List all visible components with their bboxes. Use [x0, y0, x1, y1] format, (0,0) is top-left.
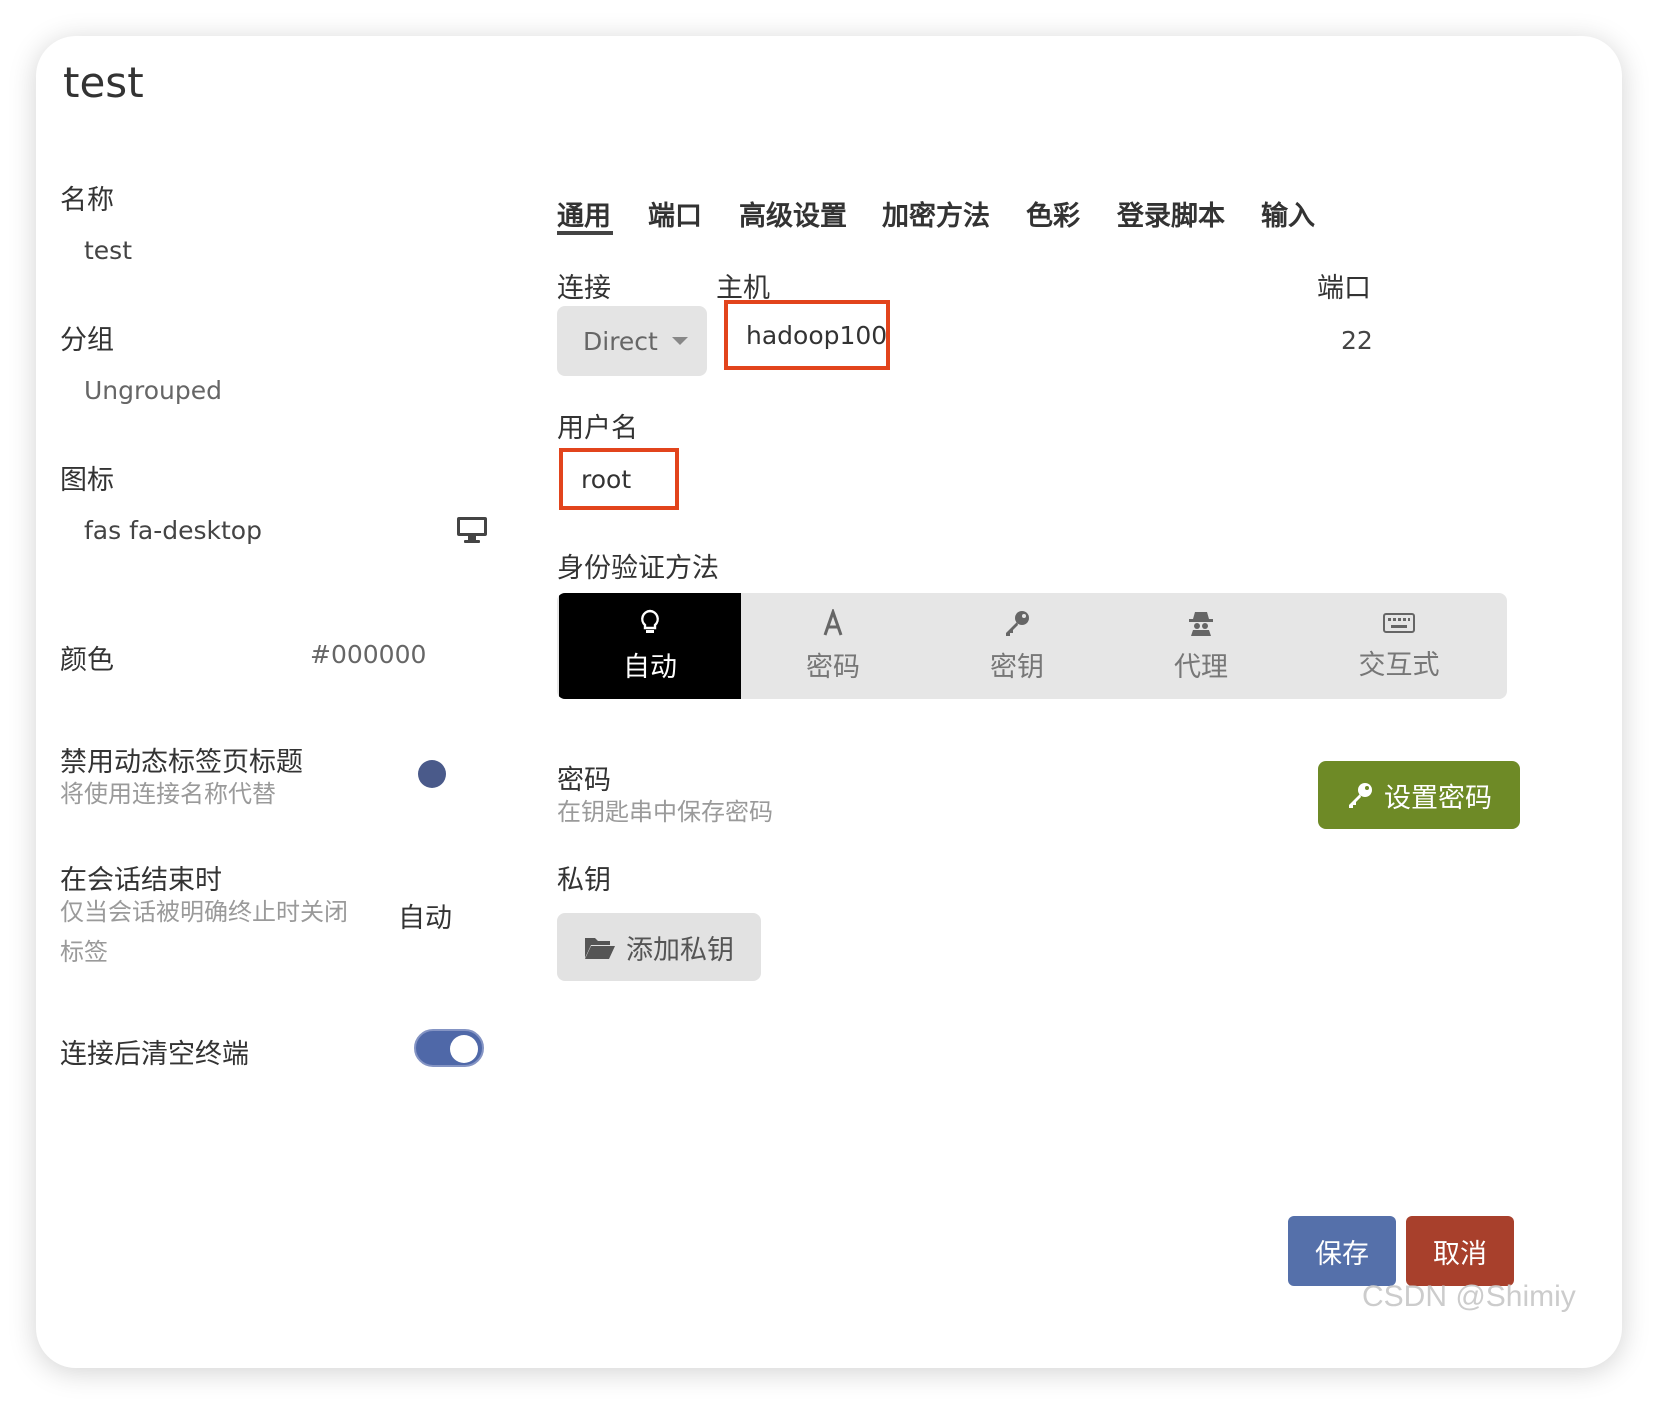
color-label: 颜色	[60, 645, 114, 676]
auth-option-password[interactable]: 密码	[741, 593, 925, 699]
toggle-knob	[450, 1035, 478, 1063]
set-password-button[interactable]: 设置密码	[1318, 761, 1520, 829]
auth-option-label: 自动	[623, 651, 677, 683]
dynamic-tab-toggle[interactable]	[418, 760, 446, 788]
auth-option-label: 交互式	[1358, 649, 1440, 681]
connection-select[interactable]: Direct	[557, 306, 707, 376]
tab-input[interactable]: 输入	[1261, 194, 1315, 233]
chevron-down-icon	[671, 337, 688, 345]
auth-option-key[interactable]: 密钥	[925, 593, 1109, 699]
auth-option-label: 密钥	[990, 651, 1044, 683]
auth-option-agent[interactable]: 代理	[1109, 593, 1293, 699]
tab-ports[interactable]: 端口	[648, 194, 702, 233]
desktop-icon	[456, 516, 488, 548]
host-input[interactable]: hadoop100	[724, 300, 890, 370]
color-input[interactable]: #000000	[310, 640, 426, 669]
tab-advanced[interactable]: 高级设置	[739, 194, 847, 233]
port-input[interactable]: 22	[1341, 326, 1373, 355]
user-secret-icon	[1189, 611, 1213, 636]
auth-method-label: 身份验证方法	[557, 553, 719, 584]
dynamic-tab-description: 将使用连接名称代替	[60, 780, 276, 808]
tab-colors[interactable]: 色彩	[1026, 194, 1080, 233]
connection-select-value: Direct	[583, 326, 658, 356]
add-private-key-label: 添加私钥	[626, 934, 734, 966]
folder-open-icon	[585, 938, 615, 959]
cancel-button[interactable]: 取消	[1406, 1216, 1514, 1286]
auth-option-label: 代理	[1174, 651, 1228, 683]
clear-terminal-toggle[interactable]	[414, 1029, 484, 1067]
group-label: 分组	[60, 325, 114, 356]
group-select[interactable]: Ungrouped	[84, 376, 222, 405]
auth-option-auto[interactable]: 自动	[559, 593, 741, 699]
save-button[interactable]: 保存	[1288, 1216, 1396, 1286]
font-a-icon	[823, 608, 843, 635]
dialog-title: test	[63, 58, 144, 107]
session-end-description: 仅当会话被明确终止时关闭标签	[60, 898, 348, 966]
clear-terminal-label: 连接后清空终端	[60, 1039, 249, 1070]
keyboard-icon	[1383, 612, 1415, 633]
private-key-label: 私钥	[557, 865, 611, 896]
set-password-label: 设置密码	[1384, 782, 1492, 814]
name-input[interactable]: test	[84, 236, 132, 265]
key-icon	[1349, 783, 1372, 808]
connection-dialog: test 名称 test 分组 Ungrouped 图标 fas fa-desk…	[36, 36, 1622, 1368]
tab-login-script[interactable]: 登录脚本	[1117, 194, 1225, 233]
lightbulb-icon	[641, 609, 659, 633]
icon-input[interactable]: fas fa-desktop	[84, 516, 262, 545]
auth-option-interactive[interactable]: 交互式	[1293, 593, 1505, 699]
tab-ciphers[interactable]: 加密方法	[882, 194, 990, 233]
name-label: 名称	[60, 185, 114, 216]
username-label: 用户名	[557, 413, 638, 444]
tab-general[interactable]: 通用	[557, 194, 611, 233]
auth-option-label: 密码	[806, 651, 860, 683]
username-input[interactable]: root	[559, 448, 679, 510]
add-private-key-button[interactable]: 添加私钥	[557, 913, 761, 981]
port-label: 端口	[1317, 273, 1371, 304]
active-tab-indicator	[557, 231, 613, 235]
connection-label: 连接	[557, 273, 611, 304]
icon-label: 图标	[60, 465, 114, 496]
key-icon	[1006, 610, 1029, 636]
auth-method-selector: 自动 密码 密钥 代理 交互式	[557, 593, 1507, 699]
session-end-select[interactable]: 自动	[398, 896, 452, 935]
password-description: 在钥匙串中保存密码	[557, 798, 773, 826]
watermark: CSDN @Shimiy	[1362, 1280, 1576, 1313]
